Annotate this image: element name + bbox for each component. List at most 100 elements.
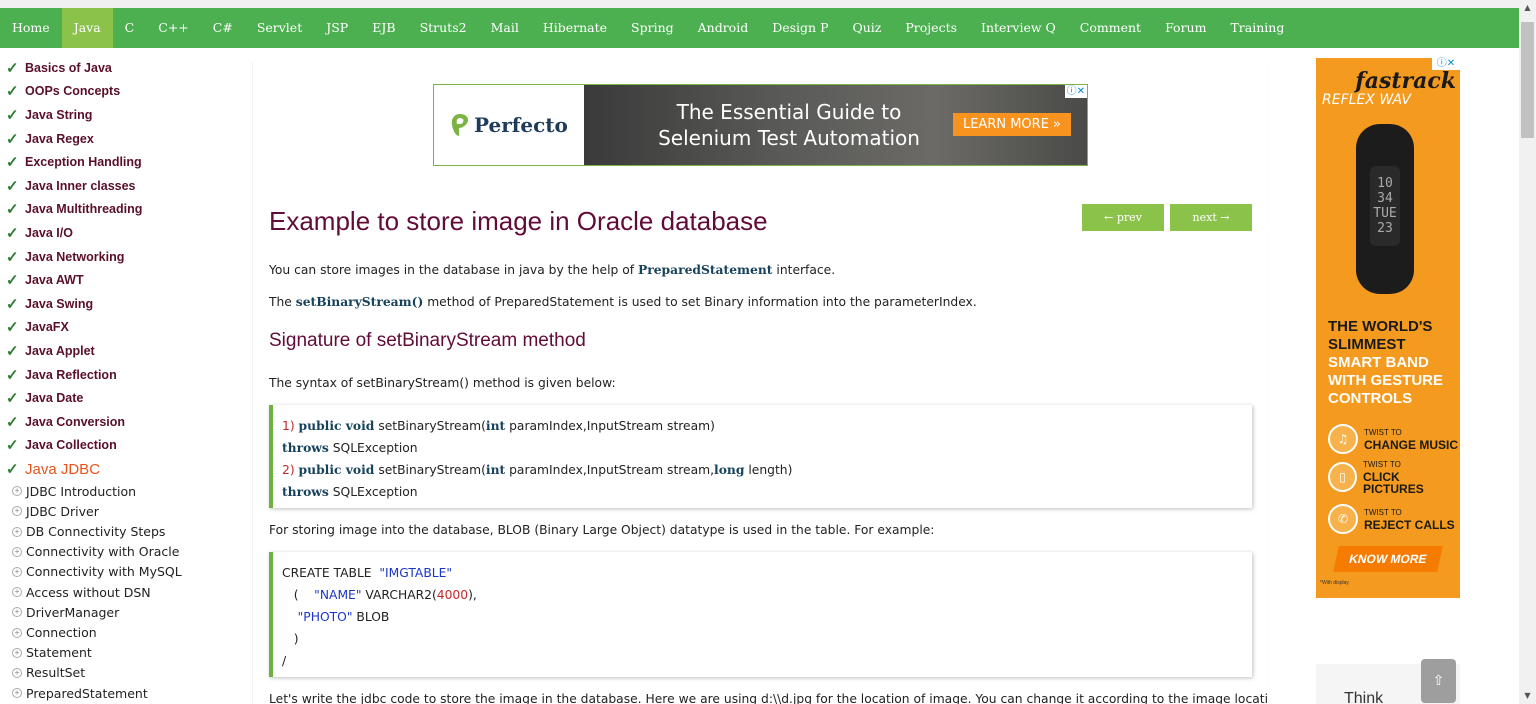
nav-item-android[interactable]: Android <box>686 8 761 48</box>
sidebar-item[interactable]: ✓ Java Reflection <box>0 363 235 387</box>
sidebar-item[interactable]: ✓ Java Collection <box>0 434 235 458</box>
ad-right-headline: THE WORLD'S SLIMMEST SMART BAND WITH GES… <box>1328 318 1456 408</box>
sidebar-subitem-label: Connection <box>26 625 97 640</box>
sidebar-item[interactable]: ✓ Java Conversion <box>0 410 235 434</box>
nav-item-servlet[interactable]: Servlet <box>245 8 314 48</box>
sidebar-subitem[interactable]: + PreparedStatement <box>0 683 235 703</box>
adchoices-close-icon[interactable]: ⓘ✕ <box>1064 85 1087 98</box>
code-keyword: public void <box>298 418 375 433</box>
nav-item-ejb[interactable]: EJB <box>360 8 407 48</box>
sidebar-item[interactable]: ✓ Exception Handling <box>0 150 235 174</box>
feature-text: TWIST TO CHANGE MUSIC <box>1364 427 1458 451</box>
nav-item-c[interactable]: C <box>113 8 147 48</box>
sidebar-subitem[interactable]: + Connectivity with Oracle <box>0 542 235 562</box>
nav-item-home[interactable]: Home <box>0 8 62 48</box>
code-text: CREATE TABLE <box>282 566 380 580</box>
sidebar-subitem[interactable]: + Access without DSN <box>0 582 235 602</box>
adchoices-close-icon[interactable]: ⓘ✕ <box>1432 57 1460 70</box>
nav-item-java[interactable]: Java <box>61 8 113 48</box>
nav-item-comment[interactable]: Comment <box>1068 8 1153 48</box>
intro-text-2: interface. <box>772 263 836 277</box>
sidebar-subitem-label: ResultSet <box>26 665 86 681</box>
nav-item-design-p[interactable]: Design P <box>760 8 840 48</box>
sidebar-subitem[interactable]: + ResultSet <box>0 663 235 683</box>
sidebar-subitem[interactable]: + JDBC Introduction <box>0 481 235 501</box>
plus-circle-icon: + <box>12 688 22 699</box>
second-ad-text: Think <box>1344 690 1384 704</box>
scroll-up-arrow-icon[interactable]: ▲ <box>1519 0 1536 16</box>
top-nav: Home Java C C++ C# Servlet JSP EJB Struts2 Mail Hi… <box>0 8 1519 48</box>
sidebar-item[interactable]: ✓ Java Multithreading <box>0 198 235 222</box>
nav-item-spring[interactable]: Spring <box>619 8 686 48</box>
sidebar-item-label: OOPs Concepts <box>25 84 121 99</box>
check-icon: ✓ <box>6 366 19 384</box>
check-icon: ✓ <box>6 437 19 455</box>
scroll-to-top-button[interactable]: ⇧ <box>1421 659 1456 703</box>
sidebar-item[interactable]: ✓ Java AWT <box>0 268 235 292</box>
sidebar-subitem[interactable]: + Statement <box>0 643 235 663</box>
sidebar-item-active[interactable]: ✓ Java JDBC <box>0 457 235 481</box>
sidebar-item[interactable]: ✓ JavaFX <box>0 316 235 340</box>
sidebar-subitem[interactable]: + JDBC Driver <box>0 501 235 521</box>
nav-item-training[interactable]: Training <box>1218 8 1296 48</box>
sidebar-subitem[interactable]: + DB Connectivity Steps <box>0 521 235 541</box>
perfecto-ad-banner[interactable]: Perfecto The Essential Guide to Selenium… <box>433 84 1088 166</box>
nav-item-projects[interactable]: Projects <box>893 8 969 48</box>
sidebar-item[interactable]: ✓ Java Inner classes <box>0 174 235 198</box>
sidebar-item[interactable]: ✓ Java Swing <box>0 292 235 316</box>
code-line: throws SQLException <box>282 481 1252 503</box>
learn-more-button[interactable]: LEARN MORE » <box>952 113 1071 136</box>
check-icon: ✓ <box>6 413 19 431</box>
sidebar-item[interactable]: ✓ OOPs Concepts <box>0 80 235 104</box>
sidebar-subitem[interactable]: + Connectivity with MySQL <box>0 562 235 582</box>
sidebar-item[interactable]: ✓ Java I/O <box>0 221 235 245</box>
fastrack-ad[interactable]: fastrack REFLEX WAV 10 34 TUE 23 THE WOR… <box>1316 58 1460 598</box>
sidebar-subitem[interactable]: + DriverManager <box>0 602 235 622</box>
sidebar-item-label: Java Multithreading <box>25 202 143 217</box>
feature-text: TWIST TO CLICK PICTURES <box>1363 459 1460 495</box>
sidebar-item[interactable]: ✓ Basics of Java <box>0 56 235 80</box>
nav-item-c-[interactable]: C# <box>201 8 245 48</box>
next-button[interactable]: next → <box>1170 204 1252 231</box>
sidebar-item-label: Java Inner classes <box>25 178 136 193</box>
sidebar-item[interactable]: ✓ Java Date <box>0 386 235 410</box>
know-more-button[interactable]: KNOW MORE <box>1333 546 1443 572</box>
plus-circle-icon: + <box>12 627 22 638</box>
sidebar-subitem-label: Statement <box>26 645 92 661</box>
code-keyword: throws <box>282 484 329 499</box>
sidebar-item[interactable]: ✓ Java Networking <box>0 245 235 269</box>
check-icon: ✓ <box>6 83 19 101</box>
sidebar-item[interactable]: ✓ Java Applet <box>0 339 235 363</box>
code-keyword: long <box>714 462 745 477</box>
nav-item-interview-q[interactable]: Interview Q <box>969 8 1068 48</box>
sidebar-item-label: Java AWT <box>25 273 84 288</box>
scrollbar-thumb[interactable] <box>1521 22 1534 138</box>
signature-code-block: 1) public void setBinaryStream(int param… <box>269 405 1252 508</box>
sidebar-subitem-label: JDBC Introduction <box>26 483 137 499</box>
code-string: "NAME" <box>314 588 362 602</box>
code-line: "PHOTO" BLOB <box>282 606 1252 628</box>
main-content: Perfecto The Essential Guide to Selenium… <box>252 62 1268 704</box>
nav-item-struts2[interactable]: Struts2 <box>408 8 479 48</box>
plus-circle-icon: + <box>12 526 22 537</box>
jdbc-paragraph: Let's write the jdbc code to store the i… <box>269 692 1268 704</box>
nav-item-mail[interactable]: Mail <box>479 8 531 48</box>
prev-button[interactable]: ← prev <box>1082 204 1164 231</box>
sidebar-subitem[interactable]: + Connection <box>0 622 235 642</box>
nav-item-jsp[interactable]: JSP <box>314 8 360 48</box>
sidebar-subitem-label: DriverManager <box>26 604 120 620</box>
sidebar-item-label: Java Networking <box>25 249 125 264</box>
code-text: SQLException <box>328 441 418 455</box>
nav-item-hibernate[interactable]: Hibernate <box>531 8 619 48</box>
nav-item-quiz[interactable]: Quiz <box>841 8 894 48</box>
sidebar-item[interactable]: ✓ Java String <box>0 103 235 127</box>
feature-change-music: ♫ TWIST TO CHANGE MUSIC <box>1328 422 1458 456</box>
sidebar-item[interactable]: ✓ Java Regex <box>0 127 235 151</box>
headline-light: SMART BAND WITH GESTURE CONTROLS <box>1328 354 1443 407</box>
nav-item-forum[interactable]: Forum <box>1153 8 1218 48</box>
sidebar-item-label: JavaFX <box>25 320 69 335</box>
check-icon: ✓ <box>6 59 19 77</box>
sidebar-subitem-label: PreparedStatement <box>26 685 148 701</box>
scroll-down-arrow-icon[interactable]: ▼ <box>1519 688 1536 704</box>
nav-item-c-[interactable]: C++ <box>146 8 201 48</box>
